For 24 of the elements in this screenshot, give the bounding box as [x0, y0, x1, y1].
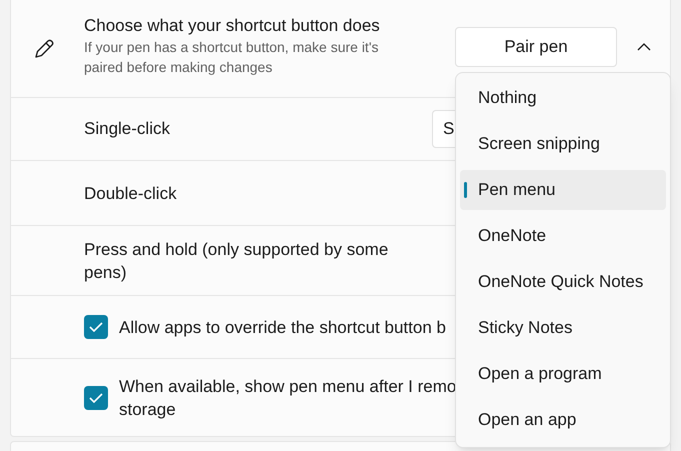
row-label: Single-click: [84, 118, 170, 140]
row-label: Press and hold (only supported by some pens): [84, 238, 390, 284]
selection-indicator: [464, 182, 467, 198]
section-description: If your pen has a shortcut button, make sure it's paired before making changes: [84, 38, 380, 77]
checkbox[interactable]: [84, 315, 108, 339]
checkbox[interactable]: [84, 386, 108, 410]
checkbox-label: Allow apps to override the shortcut button b: [119, 316, 447, 338]
menu-item[interactable]: Sticky Notes: [460, 308, 666, 348]
pair-pen-button[interactable]: Pair pen: [455, 27, 617, 67]
checkbox-label: When available, show pen menu after I remo storage: [119, 376, 458, 420]
menu-item[interactable]: OneNote Quick Notes: [460, 262, 666, 302]
menu-item[interactable]: Screen snipping: [460, 124, 666, 164]
menu-item[interactable]: OneNote: [460, 216, 666, 256]
menu-item[interactable]: Nothing: [460, 78, 666, 118]
menu-item[interactable]: Open a program: [460, 354, 666, 394]
checkmark-icon: [89, 322, 103, 332]
pen-icon: [33, 38, 55, 60]
section-title: Choose what your shortcut button does: [84, 15, 381, 37]
menu-item[interactable]: Pen menu: [460, 170, 666, 210]
row-label: Double-click: [84, 182, 178, 204]
checkmark-icon: [89, 392, 103, 402]
chevron-up-icon[interactable]: [637, 43, 651, 51]
menu-item[interactable]: Open an app: [460, 400, 666, 440]
action-dropdown[interactable]: S: [432, 110, 456, 148]
